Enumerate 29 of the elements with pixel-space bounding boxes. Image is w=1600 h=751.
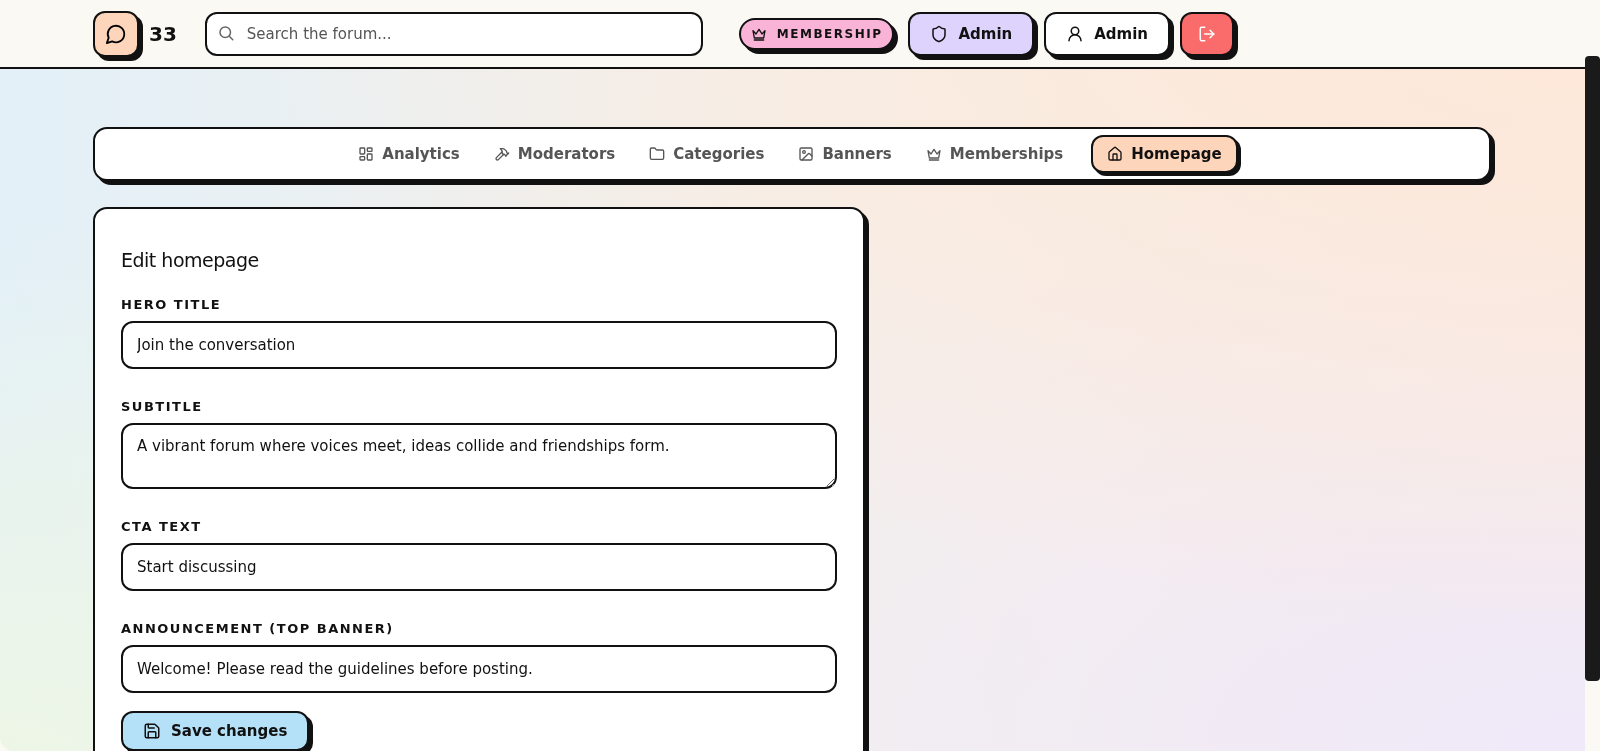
tab[interactable]: Homepage <box>1091 135 1238 173</box>
image-icon <box>798 146 815 162</box>
house-icon <box>1107 146 1124 162</box>
field-label: SUBTITLE <box>121 399 204 414</box>
search-field[interactable]: Search the forum... <box>204 11 703 56</box>
logout-icon <box>1198 24 1217 43</box>
person-icon <box>1066 24 1085 43</box>
field-label: HERO TITLE <box>121 297 223 312</box>
field-label: ANNOUNCEMENT (TOP BANNER) <box>121 621 395 636</box>
tab[interactable]: Categories <box>637 135 777 173</box>
grid-icon <box>358 146 375 162</box>
tab[interactable]: Memberships <box>913 135 1076 173</box>
crown-icon <box>925 146 942 162</box>
hammer-icon <box>493 146 510 162</box>
input-field[interactable]: Join the conversation <box>121 321 837 369</box>
input-field[interactable]: Welcome! Please read the guidelines before posting. <box>121 645 837 693</box>
chat-bubble-icon <box>105 22 127 45</box>
count-label: 33 <box>149 21 177 46</box>
tab[interactable]: Banners <box>786 135 904 173</box>
scrollbar-thumb[interactable] <box>1585 56 1600 681</box>
field-label: CTA TEXT <box>121 519 203 534</box>
save-button[interactable]: Save changes <box>121 711 310 751</box>
folder-icon <box>649 146 666 162</box>
shield-icon <box>930 24 949 43</box>
card-title: Edit homepage <box>121 249 260 271</box>
input-field[interactable]: Start discussing <box>121 543 837 591</box>
text-area[interactable]: A vibrant forum where voices meet, ideas collide and friendships form. <box>121 423 837 489</box>
tab[interactable]: Moderators <box>481 135 628 173</box>
tab[interactable]: Analytics <box>346 135 472 173</box>
